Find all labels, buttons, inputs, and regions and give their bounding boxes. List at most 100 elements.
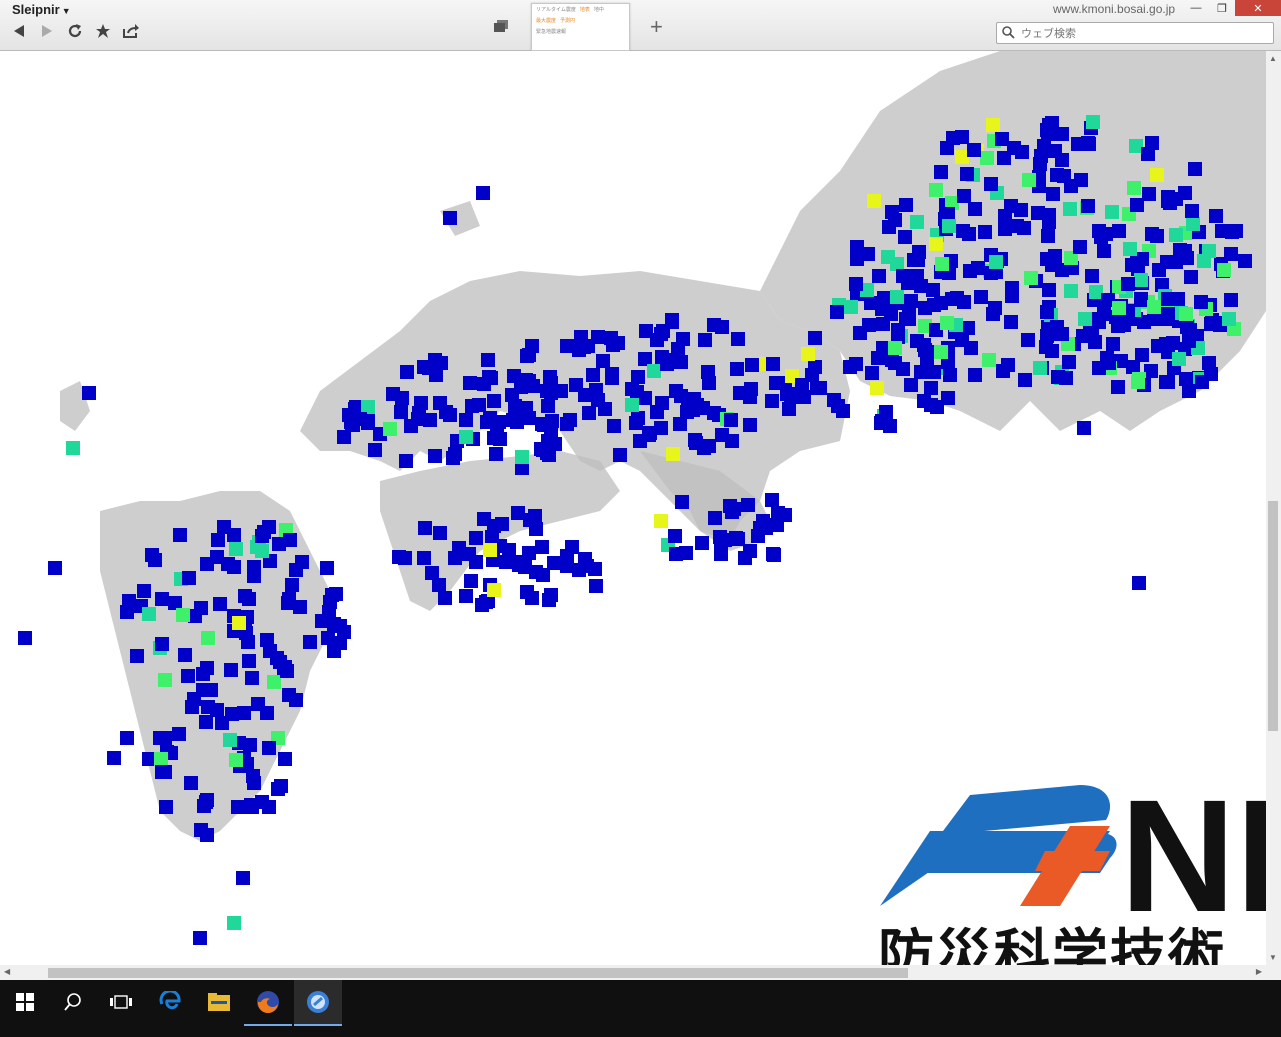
station-marker	[120, 731, 134, 745]
station-marker	[535, 540, 549, 554]
station-marker	[217, 520, 231, 534]
tab-thumb-line: 予測円	[560, 18, 576, 24]
station-marker	[669, 547, 683, 561]
taskbar-search-button[interactable]	[49, 980, 97, 1024]
terrain-layer	[60, 51, 1266, 841]
station-marker	[1073, 240, 1087, 254]
vertical-scroll-thumb[interactable]	[1268, 501, 1278, 731]
station-marker	[596, 354, 610, 368]
station-marker	[459, 589, 473, 603]
scroll-right-icon[interactable]: ▶	[1256, 967, 1262, 976]
back-button[interactable]	[10, 22, 28, 40]
search-input[interactable]	[1019, 24, 1271, 42]
station-marker	[142, 752, 156, 766]
station-marker	[1135, 348, 1149, 362]
station-marker	[520, 585, 534, 599]
station-marker	[1134, 293, 1148, 307]
minimize-button[interactable]: —	[1183, 0, 1209, 16]
station-marker	[655, 396, 669, 410]
station-marker	[896, 362, 910, 376]
new-tab-icon[interactable]: +	[650, 14, 663, 40]
horizontal-scroll-thumb[interactable]	[48, 968, 908, 978]
restore-button[interactable]: ❐	[1209, 0, 1235, 16]
nied-logo-mark: NI	[880, 766, 1266, 945]
horizontal-scrollbar[interactable]: ◀ ▶	[0, 965, 1266, 980]
forward-button[interactable]	[38, 22, 56, 40]
station-marker	[1050, 168, 1064, 182]
app-menu-button[interactable]: Sleipnir ▼	[12, 2, 71, 17]
tab-thumbnail[interactable]: リアルタイム震度 地表 地中 最大震度 予測円 緊急地震速報	[531, 3, 630, 51]
sleipnir-button[interactable]	[294, 980, 342, 1026]
station-marker	[221, 557, 235, 571]
station-marker	[499, 555, 513, 569]
station-marker	[1102, 356, 1116, 370]
station-marker	[960, 167, 974, 181]
close-button[interactable]: ✕	[1235, 0, 1281, 16]
nied-logo-letters: NI	[1120, 771, 1266, 911]
station-marker	[178, 648, 192, 662]
station-marker	[242, 654, 256, 668]
station-marker	[1042, 283, 1056, 297]
station-marker	[122, 594, 136, 608]
station-marker	[968, 368, 982, 382]
station-marker	[469, 555, 483, 569]
station-marker	[262, 800, 276, 814]
app-name: Sleipnir	[12, 2, 60, 17]
tab-thumb-line: 最大震度	[536, 18, 557, 24]
station-marker	[529, 522, 543, 536]
station-marker	[1040, 305, 1054, 319]
station-marker	[968, 202, 982, 216]
station-marker	[476, 186, 490, 200]
station-marker	[510, 415, 524, 429]
edge-icon	[159, 991, 181, 1010]
station-marker	[586, 368, 600, 382]
station-marker	[1064, 284, 1078, 298]
station-marker	[1086, 115, 1100, 129]
file-explorer-button[interactable]	[195, 980, 243, 1024]
station-marker	[201, 700, 215, 714]
station-marker	[274, 779, 288, 793]
station-marker	[1078, 312, 1092, 326]
station-marker	[997, 151, 1011, 165]
station-marker	[229, 753, 243, 767]
vertical-scrollbar[interactable]: ▲ ▼	[1266, 51, 1281, 965]
tabs-icon[interactable]	[494, 20, 508, 32]
station-marker	[512, 558, 526, 572]
start-button[interactable]	[1, 980, 49, 1024]
task-view-button[interactable]	[97, 980, 145, 1024]
station-marker	[443, 211, 457, 225]
edge-button[interactable]	[146, 980, 194, 1024]
station-marker	[1105, 205, 1119, 219]
bookmark-button[interactable]	[94, 22, 112, 40]
station-marker	[702, 376, 716, 390]
station-marker	[293, 600, 307, 614]
station-marker	[429, 368, 443, 382]
station-marker	[898, 230, 912, 244]
share-button[interactable]	[122, 22, 140, 40]
station-marker	[1046, 187, 1060, 201]
station-marker	[1021, 333, 1035, 347]
station-marker	[1159, 375, 1173, 389]
firefox-button[interactable]	[244, 980, 292, 1026]
station-marker	[1034, 149, 1048, 163]
station-marker	[507, 369, 521, 383]
web-search-box[interactable]	[996, 22, 1274, 44]
station-marker	[877, 291, 891, 305]
scroll-left-icon[interactable]: ◀	[4, 967, 10, 976]
station-marker	[155, 637, 169, 651]
scroll-up-icon[interactable]: ▲	[1269, 54, 1277, 63]
station-marker	[520, 349, 534, 363]
station-marker	[1197, 254, 1211, 268]
scroll-down-icon[interactable]: ▼	[1269, 953, 1277, 962]
station-marker	[899, 198, 913, 212]
station-marker	[1130, 198, 1144, 212]
back-icon	[14, 25, 24, 37]
station-marker	[674, 355, 688, 369]
station-marker	[1131, 375, 1145, 389]
station-marker	[243, 738, 257, 752]
station-marker	[929, 237, 943, 251]
station-marker	[744, 382, 758, 396]
station-marker	[1161, 190, 1175, 204]
station-marker	[142, 607, 156, 621]
reload-button[interactable]	[66, 22, 84, 40]
